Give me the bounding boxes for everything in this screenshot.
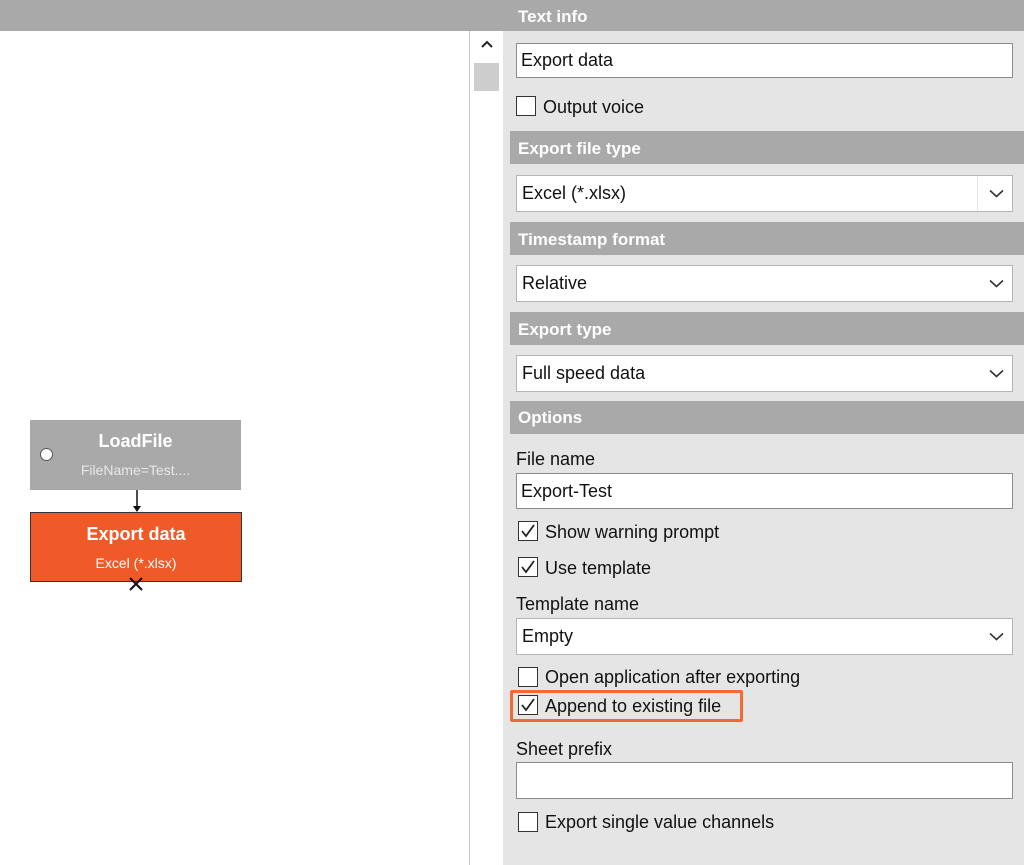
loadfile-node-subtitle: FileName=Test....	[80, 462, 191, 478]
use-template-label: Use template	[545, 558, 652, 578]
vertical-scrollbar[interactable]	[471, 31, 503, 865]
template-name-label: Template name	[516, 594, 640, 614]
export-single-value-label: Export single value channels	[545, 812, 775, 832]
template-name-select[interactable]: Empty	[516, 618, 1013, 655]
loadfile-node-title: LoadFile	[98, 431, 173, 451]
chevron-down-icon[interactable]	[989, 631, 1004, 641]
checkmark-icon	[521, 560, 535, 574]
open-application-checkbox[interactable]	[518, 667, 538, 687]
section-header-text-info: Text info	[518, 7, 588, 26]
flow-canvas[interactable]: LoadFile FileName=Test.... Export data E…	[0, 31, 470, 865]
show-warning-prompt-label: Show warning prompt	[545, 522, 720, 542]
output-voice-checkbox[interactable]	[516, 96, 536, 116]
chevron-down-icon[interactable]	[989, 278, 1004, 288]
loadfile-node[interactable]: LoadFile FileName=Test....	[30, 420, 241, 490]
export-type-value: Full speed data	[522, 363, 646, 383]
file-name-label: File name	[516, 449, 596, 469]
scrollbar-thumb[interactable]	[474, 63, 499, 91]
scroll-up-icon[interactable]	[480, 39, 494, 49]
section-header-export-file-type: Export file type	[510, 131, 1024, 164]
file-name-input[interactable]: Export-Test	[516, 473, 1013, 509]
text-info-input[interactable]: Export data	[516, 43, 1013, 78]
append-existing-label: Append to existing file	[545, 696, 722, 716]
sheet-prefix-label: Sheet prefix	[516, 739, 613, 759]
output-port-close-icon[interactable]	[128, 576, 144, 592]
connector-arrow	[133, 490, 141, 512]
export-file-type-select[interactable]: Excel (*.xlsx)	[516, 175, 1013, 212]
chevron-down-icon[interactable]	[989, 368, 1004, 378]
export-node-subtitle: Excel (*.xlsx)	[95, 555, 177, 571]
open-application-label: Open application after exporting	[545, 667, 801, 687]
export-file-type-value: Excel (*.xlsx)	[522, 183, 627, 203]
sheet-prefix-input[interactable]	[516, 762, 1013, 799]
template-name-value: Empty	[522, 626, 574, 646]
export-data-node[interactable]: Export data Excel (*.xlsx)	[30, 512, 242, 582]
checkmark-icon	[521, 524, 535, 538]
use-template-checkbox[interactable]	[518, 557, 538, 577]
output-voice-label: Output voice	[543, 97, 645, 117]
append-existing-checkbox[interactable]	[518, 695, 538, 715]
show-warning-prompt-checkbox[interactable]	[518, 521, 538, 541]
section-header-export-type: Export type	[510, 312, 1024, 345]
checkmark-icon	[521, 698, 535, 712]
export-single-value-checkbox[interactable]	[518, 812, 538, 832]
export-type-select[interactable]: Full speed data	[516, 355, 1013, 392]
export-node-title: Export data	[86, 524, 186, 544]
timestamp-format-value: Relative	[522, 273, 588, 293]
pane-divider[interactable]	[469, 31, 470, 865]
section-header-timestamp-format: Timestamp format	[510, 222, 1024, 255]
chevron-down-icon[interactable]	[989, 188, 1004, 198]
section-header-options: Options	[510, 401, 1024, 434]
timestamp-format-select[interactable]: Relative	[516, 265, 1013, 302]
